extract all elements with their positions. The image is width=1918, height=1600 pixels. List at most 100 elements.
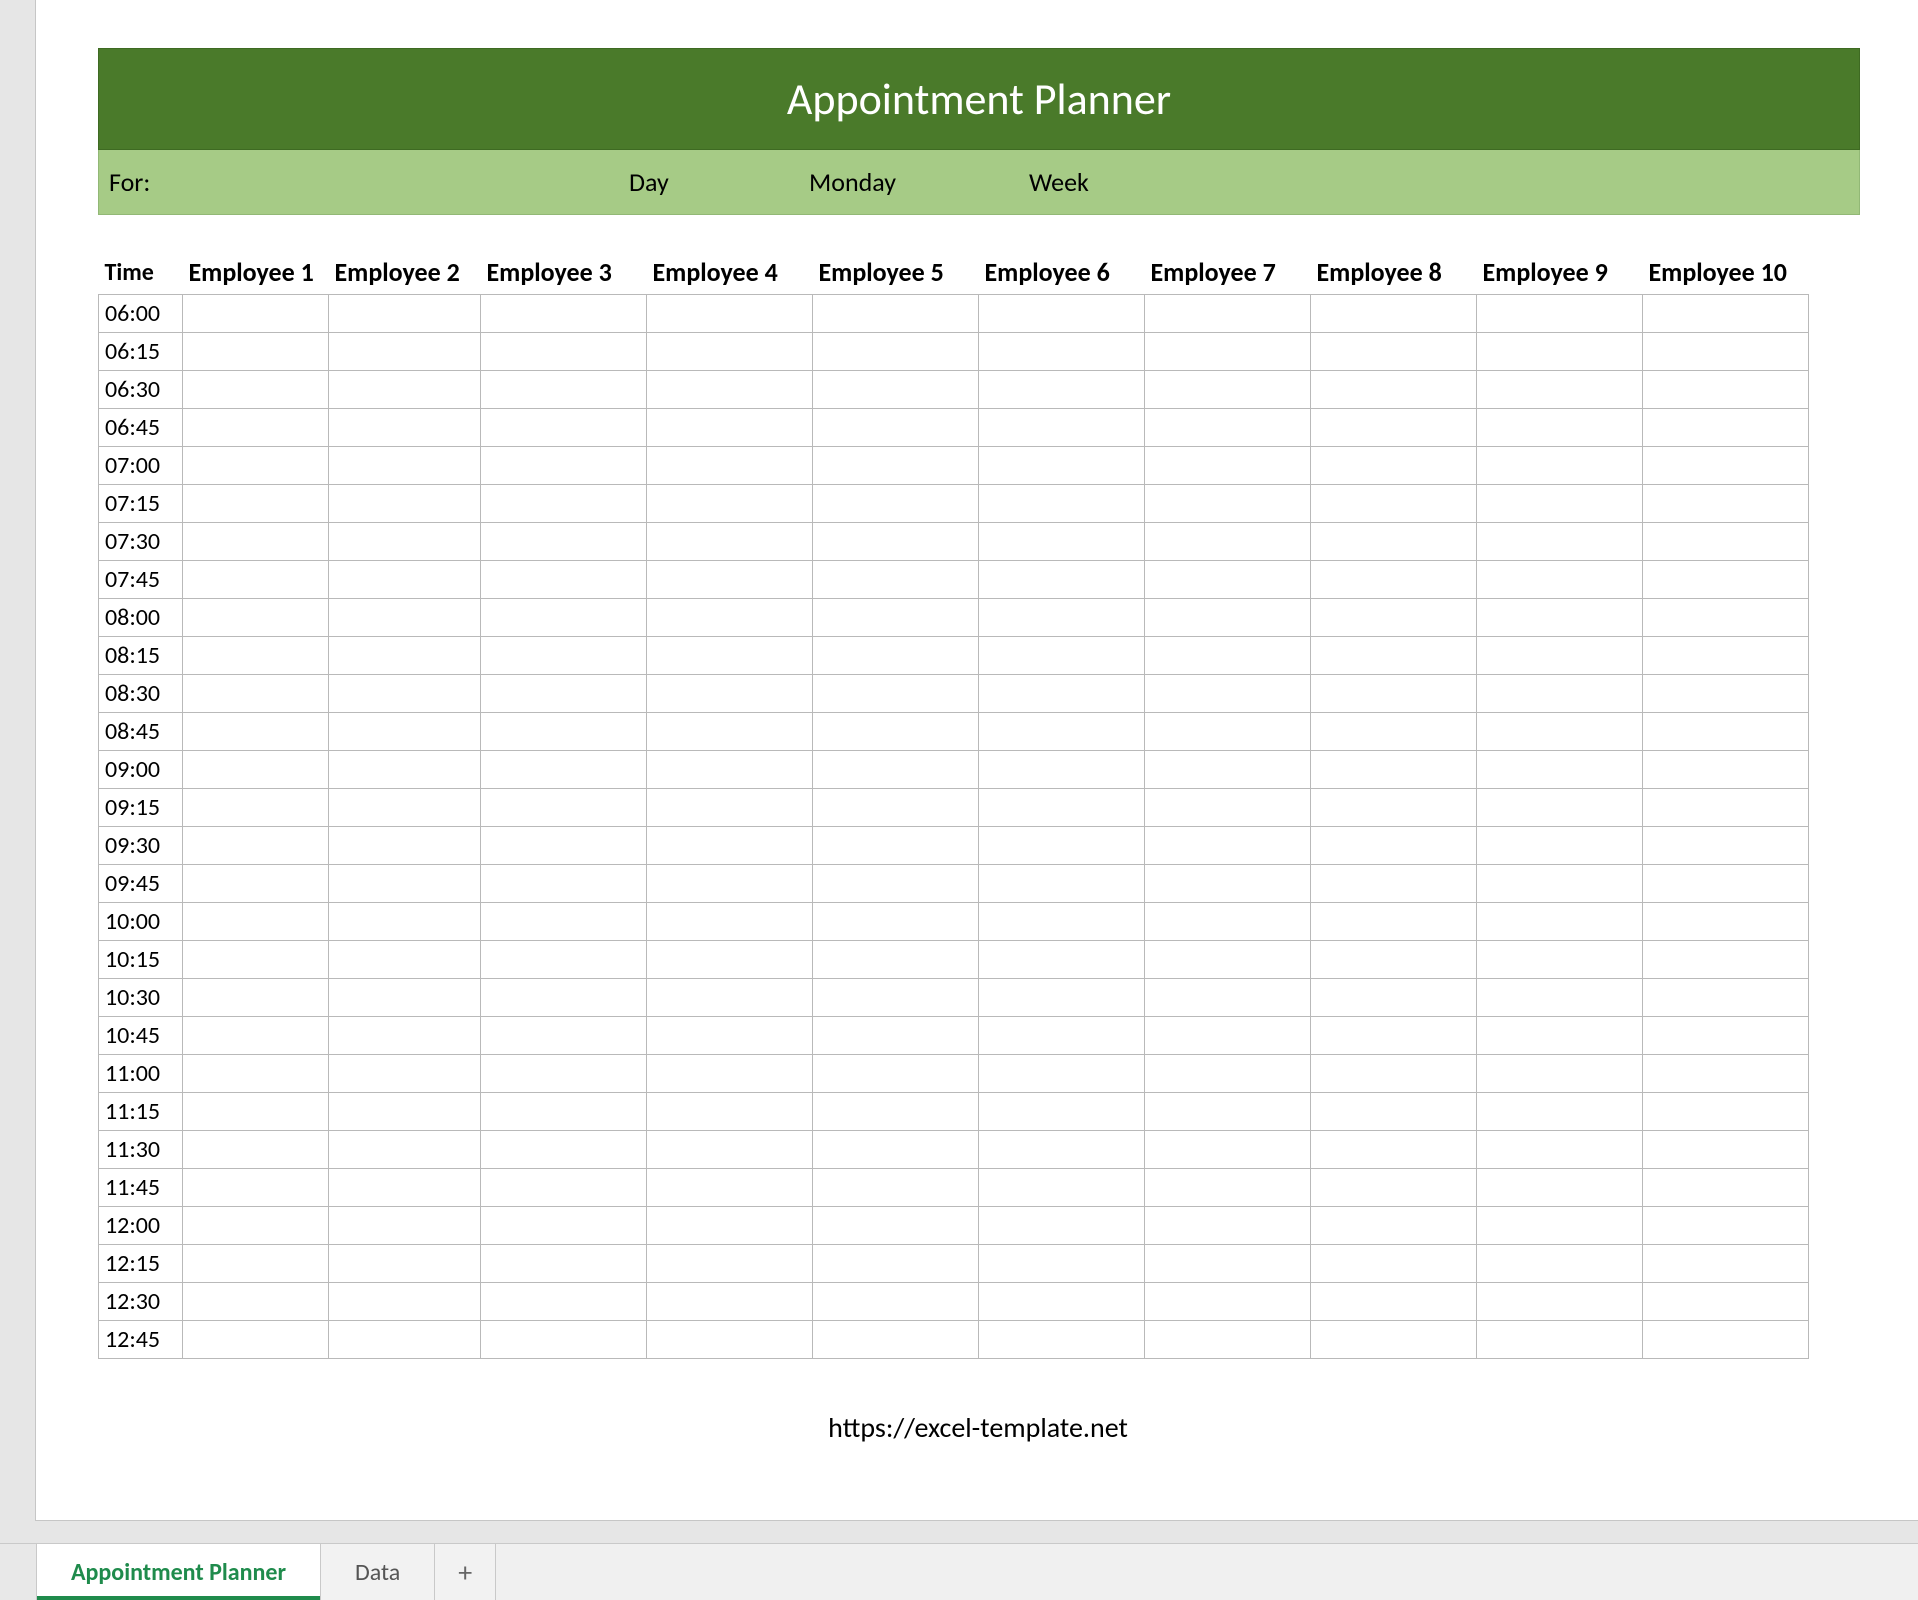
appointment-cell[interactable] xyxy=(979,333,1145,371)
appointment-cell[interactable] xyxy=(813,561,979,599)
appointment-cell[interactable] xyxy=(329,713,481,751)
appointment-cell[interactable] xyxy=(979,1245,1145,1283)
appointment-cell[interactable] xyxy=(1643,599,1809,637)
appointment-cell[interactable] xyxy=(183,637,329,675)
appointment-cell[interactable] xyxy=(1311,1169,1477,1207)
appointment-cell[interactable] xyxy=(481,523,647,561)
appointment-cell[interactable] xyxy=(1643,1207,1809,1245)
appointment-cell[interactable] xyxy=(329,1131,481,1169)
appointment-cell[interactable] xyxy=(481,295,647,333)
appointment-cell[interactable] xyxy=(1477,1169,1643,1207)
appointment-cell[interactable] xyxy=(1311,447,1477,485)
appointment-cell[interactable] xyxy=(1311,599,1477,637)
appointment-cell[interactable] xyxy=(1311,1321,1477,1359)
appointment-cell[interactable] xyxy=(979,713,1145,751)
appointment-cell[interactable] xyxy=(647,561,813,599)
appointment-cell[interactable] xyxy=(813,1283,979,1321)
appointment-cell[interactable] xyxy=(1643,979,1809,1017)
appointment-cell[interactable] xyxy=(1643,827,1809,865)
appointment-cell[interactable] xyxy=(813,979,979,1017)
appointment-cell[interactable] xyxy=(183,295,329,333)
appointment-cell[interactable] xyxy=(647,371,813,409)
appointment-cell[interactable] xyxy=(1145,713,1311,751)
appointment-cell[interactable] xyxy=(481,1093,647,1131)
appointment-cell[interactable] xyxy=(1643,333,1809,371)
appointment-cell[interactable] xyxy=(1311,941,1477,979)
appointment-cell[interactable] xyxy=(1145,827,1311,865)
appointment-cell[interactable] xyxy=(183,941,329,979)
appointment-cell[interactable] xyxy=(1145,447,1311,485)
appointment-cell[interactable] xyxy=(813,333,979,371)
appointment-cell[interactable] xyxy=(481,1131,647,1169)
appointment-cell[interactable] xyxy=(813,1245,979,1283)
appointment-cell[interactable] xyxy=(647,827,813,865)
appointment-cell[interactable] xyxy=(183,1321,329,1359)
appointment-cell[interactable] xyxy=(647,1017,813,1055)
appointment-cell[interactable] xyxy=(1477,1017,1643,1055)
appointment-cell[interactable] xyxy=(481,637,647,675)
appointment-cell[interactable] xyxy=(329,333,481,371)
appointment-cell[interactable] xyxy=(647,1245,813,1283)
appointment-cell[interactable] xyxy=(979,295,1145,333)
appointment-cell[interactable] xyxy=(1643,637,1809,675)
appointment-cell[interactable] xyxy=(647,523,813,561)
appointment-cell[interactable] xyxy=(329,371,481,409)
appointment-cell[interactable] xyxy=(1311,1245,1477,1283)
appointment-cell[interactable] xyxy=(1477,1093,1643,1131)
appointment-cell[interactable] xyxy=(1145,523,1311,561)
appointment-cell[interactable] xyxy=(329,1169,481,1207)
appointment-cell[interactable] xyxy=(1477,979,1643,1017)
appointment-cell[interactable] xyxy=(183,827,329,865)
appointment-cell[interactable] xyxy=(1145,409,1311,447)
appointment-cell[interactable] xyxy=(813,599,979,637)
appointment-cell[interactable] xyxy=(647,1283,813,1321)
appointment-cell[interactable] xyxy=(183,1207,329,1245)
appointment-cell[interactable] xyxy=(481,827,647,865)
appointment-cell[interactable] xyxy=(481,1017,647,1055)
appointment-cell[interactable] xyxy=(979,1017,1145,1055)
appointment-cell[interactable] xyxy=(1643,371,1809,409)
appointment-cell[interactable] xyxy=(183,979,329,1017)
appointment-cell[interactable] xyxy=(329,827,481,865)
appointment-cell[interactable] xyxy=(1477,447,1643,485)
appointment-cell[interactable] xyxy=(329,409,481,447)
appointment-cell[interactable] xyxy=(1311,751,1477,789)
appointment-cell[interactable] xyxy=(979,599,1145,637)
appointment-cell[interactable] xyxy=(1477,333,1643,371)
appointment-cell[interactable] xyxy=(1145,941,1311,979)
appointment-cell[interactable] xyxy=(1643,751,1809,789)
appointment-cell[interactable] xyxy=(979,409,1145,447)
appointment-cell[interactable] xyxy=(647,1055,813,1093)
appointment-cell[interactable] xyxy=(1145,599,1311,637)
appointment-cell[interactable] xyxy=(183,789,329,827)
appointment-cell[interactable] xyxy=(183,751,329,789)
appointment-cell[interactable] xyxy=(329,979,481,1017)
appointment-cell[interactable] xyxy=(183,1093,329,1131)
appointment-cell[interactable] xyxy=(813,447,979,485)
appointment-cell[interactable] xyxy=(813,941,979,979)
appointment-cell[interactable] xyxy=(481,941,647,979)
appointment-cell[interactable] xyxy=(1477,789,1643,827)
appointment-cell[interactable] xyxy=(813,1131,979,1169)
appointment-cell[interactable] xyxy=(1311,1055,1477,1093)
appointment-cell[interactable] xyxy=(979,447,1145,485)
appointment-cell[interactable] xyxy=(1477,485,1643,523)
appointment-cell[interactable] xyxy=(481,1207,647,1245)
appointment-cell[interactable] xyxy=(1643,865,1809,903)
appointment-cell[interactable] xyxy=(813,789,979,827)
appointment-cell[interactable] xyxy=(1145,295,1311,333)
appointment-cell[interactable] xyxy=(1643,789,1809,827)
appointment-cell[interactable] xyxy=(1145,1169,1311,1207)
appointment-cell[interactable] xyxy=(813,751,979,789)
appointment-cell[interactable] xyxy=(1477,295,1643,333)
appointment-cell[interactable] xyxy=(183,523,329,561)
appointment-cell[interactable] xyxy=(979,1321,1145,1359)
appointment-cell[interactable] xyxy=(813,1321,979,1359)
appointment-cell[interactable] xyxy=(329,1283,481,1321)
appointment-cell[interactable] xyxy=(979,1055,1145,1093)
appointment-cell[interactable] xyxy=(1311,675,1477,713)
appointment-cell[interactable] xyxy=(979,561,1145,599)
appointment-cell[interactable] xyxy=(979,1283,1145,1321)
appointment-cell[interactable] xyxy=(1145,371,1311,409)
appointment-cell[interactable] xyxy=(329,637,481,675)
